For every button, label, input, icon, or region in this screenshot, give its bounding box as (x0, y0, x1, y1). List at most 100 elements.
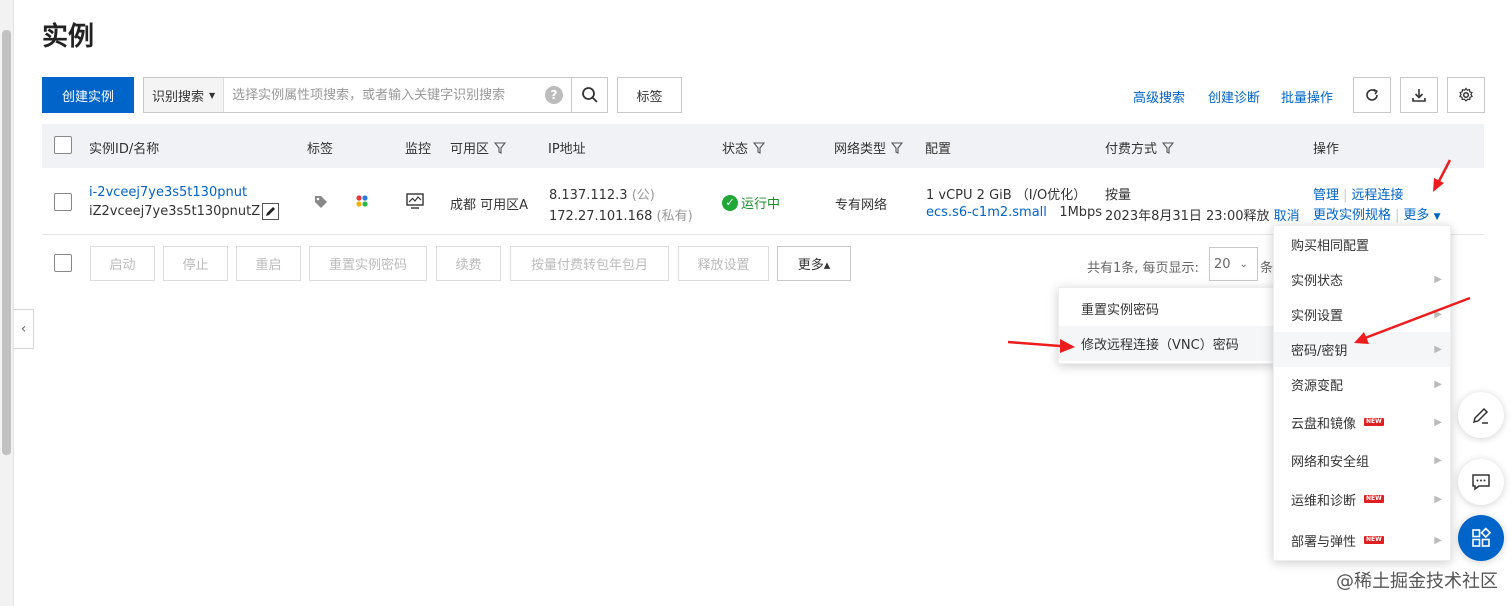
apps-grid-icon (1472, 527, 1492, 547)
menu-item-password-key[interactable]: 密码/密钥 ▶ (1274, 332, 1450, 367)
header-billing[interactable]: 付费方式 (1105, 138, 1175, 157)
action-row-1: 管理 | 远程连接 (1313, 188, 1404, 203)
menu-item-buy-same[interactable]: 购买相同配置 (1274, 227, 1450, 262)
remote-connect-link[interactable]: 远程连接 (1351, 188, 1403, 203)
menu-item-network-security[interactable]: 网络和安全组 ▶ (1274, 442, 1450, 479)
page-size-select[interactable]: 20 ⌄ (1209, 247, 1258, 281)
menu-item-instance-settings[interactable]: 实例设置 ▶ (1274, 297, 1450, 332)
refresh-button[interactable] (1353, 77, 1391, 113)
zone-value: 成都 可用区A (450, 198, 529, 213)
menu-item-resource-change[interactable]: 资源变配 ▶ (1274, 367, 1450, 402)
instance-type-link[interactable]: ecs.s6-c1m2.small (926, 205, 1047, 220)
filter-icon[interactable] (891, 141, 904, 154)
menu-item-instance-status[interactable]: 实例状态 ▶ (1274, 262, 1450, 297)
help-icon[interactable]: ? (545, 86, 563, 104)
menu-item-disk-image[interactable]: 云盘和镜像 NEW ▶ (1274, 402, 1450, 442)
colorful-tag-icon[interactable] (354, 193, 370, 209)
edit-name-button[interactable] (262, 203, 280, 220)
instance-name: iZ2vceej7ye3s5t130pnutZ (89, 203, 280, 220)
scrollbar-thumb[interactable] (2, 30, 11, 455)
new-badge: NEW (1364, 418, 1384, 426)
change-spec-link[interactable]: 更改实例规格 (1313, 208, 1391, 223)
menu-item-deploy-elastic[interactable]: 部署与弹性 NEW ▶ (1274, 519, 1450, 561)
feedback-float-button[interactable] (1458, 459, 1504, 505)
page-scrollbar[interactable] (0, 0, 14, 606)
caret-down-icon: ▼ (209, 90, 216, 100)
menu-item-ops-diagnosis[interactable]: 运维和诊断 NEW ▶ (1274, 479, 1450, 519)
new-badge: NEW (1364, 495, 1384, 503)
batch-stop-button[interactable]: 停止 (163, 246, 228, 281)
watermark: @稀土掘金技术社区 (1336, 571, 1498, 592)
header-instance-id: 实例ID/名称 (89, 142, 160, 157)
search-input[interactable] (224, 78, 545, 112)
chevron-right-icon: ▶ (1434, 416, 1442, 428)
search-icon (581, 87, 598, 103)
batch-select-checkbox[interactable] (54, 254, 72, 272)
refresh-icon (1366, 88, 1378, 101)
chevron-right-icon: ▶ (1434, 309, 1442, 320)
filter-icon[interactable] (494, 141, 507, 154)
batch-start-button[interactable]: 启动 (90, 246, 155, 281)
chat-icon (1472, 474, 1490, 491)
select-all-checkbox[interactable] (54, 136, 72, 154)
config-spec: 1 vCPU 2 GiB （I/O优化） (926, 188, 1087, 203)
chevron-right-icon: ▶ (1434, 379, 1442, 390)
chevron-left-icon: ‹ (20, 321, 27, 337)
apps-float-button[interactable] (1458, 515, 1504, 561)
settings-button[interactable] (1447, 77, 1485, 113)
header-tags: 标签 (307, 142, 334, 157)
create-instance-button[interactable]: 创建实例 (42, 77, 134, 113)
search-mode-dropdown[interactable]: 识别搜索 ▼ (144, 78, 225, 112)
table-row: i-2vceej7ye3s5t130pnut iZ2vceej7ye3s5t13… (42, 168, 1484, 235)
billing-type: 按量 (1105, 188, 1132, 203)
pencil-icon (266, 207, 276, 216)
new-badge: NEW (1364, 536, 1384, 544)
manage-link[interactable]: 管理 (1313, 188, 1339, 203)
batch-more-button[interactable]: 更多▴ (777, 246, 851, 281)
header-network[interactable]: 网络类型 (834, 138, 904, 157)
reset-instance-password-item[interactable]: 重置实例密码 (1059, 291, 1276, 326)
private-ip: 172.27.101.168 (私有) (549, 209, 693, 224)
create-diagnosis-link[interactable]: 创建诊断 (1208, 87, 1260, 106)
edit-float-button[interactable] (1458, 392, 1504, 438)
more-actions-menu: 购买相同配置 实例状态 ▶ 实例设置 ▶ 密码/密钥 ▶ 资源变配 ▶ 云盘和镜像 NEW… (1273, 225, 1451, 561)
gear-icon (1459, 87, 1473, 102)
search-button[interactable] (571, 78, 607, 112)
advanced-search-link[interactable]: 高级搜索 (1133, 87, 1185, 106)
header-zone[interactable]: 可用区 (450, 138, 507, 157)
chevron-right-icon: ▶ (1434, 344, 1442, 355)
table-header: 实例ID/名称 标签 监控 可用区 IP地址 状态 网络类型 配置 付费方式 操… (42, 124, 1484, 168)
monitor-icon[interactable] (406, 193, 424, 209)
download-button[interactable] (1400, 77, 1438, 113)
header-config: 配置 (925, 142, 952, 157)
more-actions-link[interactable]: 更多 ▼ (1403, 208, 1440, 223)
filter-icon[interactable] (753, 141, 766, 154)
search-mode-label: 识别搜索 (152, 89, 205, 105)
batch-restart-button[interactable]: 重启 (236, 246, 301, 281)
public-ip: 8.137.112.3 (公) (549, 188, 655, 203)
download-icon (1412, 89, 1426, 102)
status-badge: ✓ 运行中 (722, 193, 780, 212)
batch-reset-password-button[interactable]: 重置实例密码 (309, 246, 427, 281)
header-status[interactable]: 状态 (722, 138, 766, 157)
tag-icon[interactable] (314, 195, 328, 209)
sidebar-collapse-button[interactable]: ‹ (14, 309, 34, 349)
tag-filter-button[interactable]: 标签 (617, 77, 682, 113)
pencil-icon (1472, 407, 1489, 424)
cancel-release-link[interactable]: 取消 (1274, 209, 1300, 224)
header-actions: 操作 (1313, 142, 1340, 157)
batch-release-settings-button[interactable]: 释放设置 (678, 246, 769, 281)
batch-convert-billing-button[interactable]: 按量付费转包年包月 (510, 246, 669, 281)
chevron-down-icon: ⌄ (1239, 258, 1248, 270)
config-type: ecs.s6-c1m2.small 1Mbps (926, 205, 1103, 220)
batch-operation-link[interactable]: 批量操作 (1281, 87, 1333, 106)
filter-icon[interactable] (1162, 141, 1175, 154)
chevron-right-icon: ▶ (1434, 455, 1442, 466)
search-box: 识别搜索 ▼ ? (143, 77, 608, 113)
pager-summary: 共有1条, 每页显示: (1087, 261, 1199, 276)
modify-vnc-password-item[interactable]: 修改远程连接（VNC）密码 (1059, 326, 1276, 361)
row-checkbox[interactable] (54, 193, 72, 211)
release-time: 2023年8月31日 23:00释放 取消 (1105, 209, 1300, 224)
batch-renew-button[interactable]: 续费 (436, 246, 501, 281)
pager-unit: 条 (1260, 261, 1274, 276)
